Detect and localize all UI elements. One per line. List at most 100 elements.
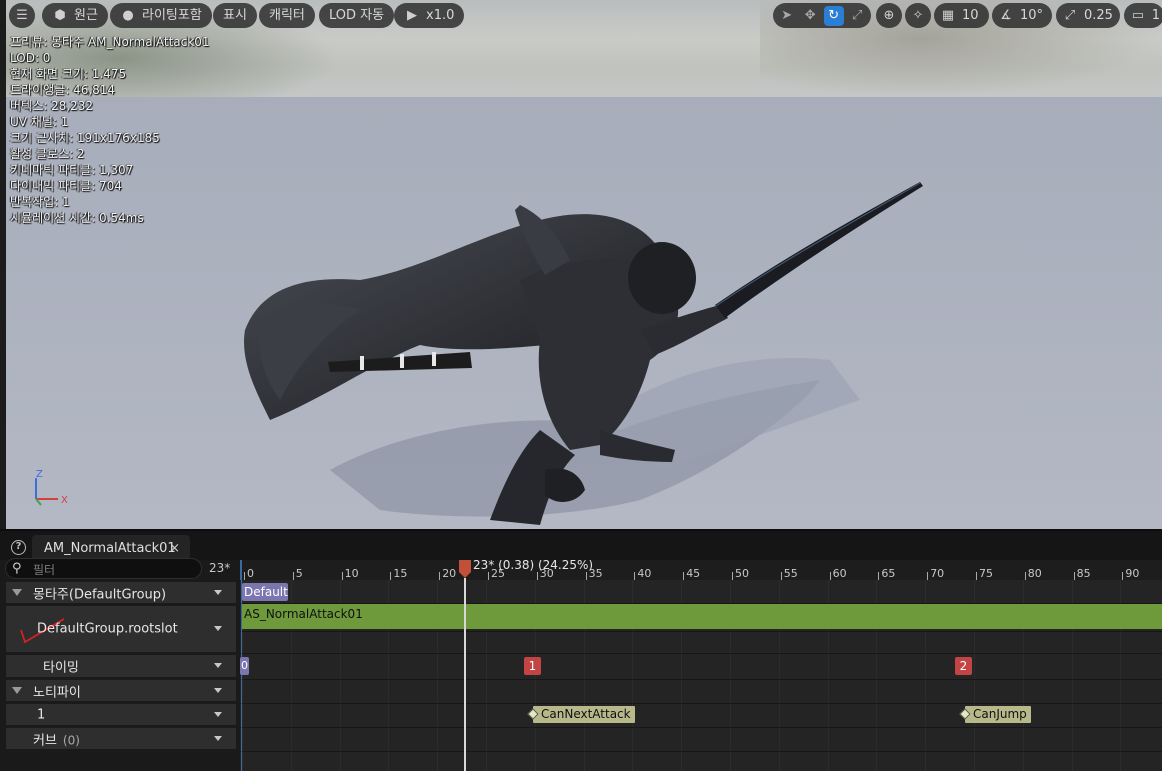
rotation-snap-button[interactable]: ∡ 10° [992,3,1052,28]
scale-mode-icon[interactable]: ⤢ [848,6,868,26]
ruler-tick [390,572,392,580]
dropdown-arrow-icon[interactable] [214,663,222,668]
track-montage-group[interactable]: 몽타주(DefaultGroup) [6,582,236,603]
notify-can-next-attack[interactable]: CanNextAttack [527,706,635,723]
playhead-line[interactable] [464,578,466,771]
timing-label: 타이밍 [43,660,79,676]
filter-input[interactable]: ⚲ 필터 [5,558,202,579]
ruler-tick-label: 90 [1125,567,1140,580]
axis-x-label: X [61,495,68,506]
notify-label: CanNextAttack [541,707,631,721]
surface-snap-button[interactable]: ✧ [905,3,931,28]
notify-track-label: 1 [37,707,46,722]
timing-mark-2[interactable]: 2 [955,657,972,675]
lighting-label: 라이팅포함 [142,8,202,23]
ruler-tick [536,572,538,580]
stat-line: 프리뷰: 몽타주 AM_NormalAttack01 [10,35,210,49]
hamburger-menu-icon: ☰ [16,7,28,23]
montage-group-label: 몽타주(DefaultGroup) [33,587,167,602]
track-curves[interactable]: 커브 (0) [6,728,236,749]
timing-mark-0[interactable]: 0 [240,657,249,675]
grid-snap-button[interactable]: ▦ 10 [934,3,989,28]
play-icon: ▶ [407,7,417,23]
filter-placeholder: 필터 [33,563,56,577]
ruler-tick [1073,572,1075,580]
track-notifies[interactable]: 노티파이 [6,680,236,701]
filter-row: ⚲ 필터 23* [5,558,235,579]
ruler-tick [829,572,831,580]
ruler-tick [732,572,733,580]
axis-z-label: Z [36,470,43,480]
rotate-mode-icon[interactable]: ↻ [824,5,844,26]
anim-segment[interactable]: AS_NormalAttack01 [242,604,1162,629]
play-speed-button[interactable]: ▶ x1.0 [394,3,465,28]
notify-diamond-icon [959,708,971,720]
ruler-tick-label: 45 [686,567,701,580]
stat-line: 시뮬레이션 시간: 0.54ms [10,211,144,225]
notify-diamond-icon [527,708,539,720]
stat-line: LOD: 0 [10,51,51,65]
stat-line: 다이내믹 파티클: 704 [10,179,122,193]
dropdown-arrow-icon[interactable] [214,711,222,717]
stat-line: 트라이앵글: 46,814 [10,83,116,97]
ruler-tick-label: 0 [247,567,254,580]
collapse-caret-icon[interactable] [12,686,22,694]
ruler-tick [488,572,489,580]
search-icon: ⚲ [12,561,22,576]
ruler-tick [927,572,929,580]
ruler-tick [780,572,782,580]
montage-section-default[interactable]: Default [242,583,288,601]
viewport-menu-button[interactable]: ☰ [9,3,35,28]
dropdown-arrow-icon[interactable] [214,589,222,595]
coordinate-space-button[interactable]: ⊕ [876,3,902,28]
lighting-button[interactable]: ● 라이팅포함 [110,3,212,28]
ruler-tick-label: 65 [881,567,896,580]
grid-snap-icon: ▦ [941,7,955,23]
panel-tab-bar: ? AM_NormalAttack01 × [0,529,1162,562]
axis-gizmo: Z X [35,470,68,506]
time-ruler[interactable]: 0 5 10 15 20 25 30 35 40 45 50 55 60 65 70 75 80 85 90 [240,560,1162,580]
viewport-left-edge [0,0,6,529]
stat-line: 현재 화면 크기: 1.475 [10,67,127,81]
notify-can-jump[interactable]: CanJump [959,706,1031,723]
preview-viewport[interactable]: ☰ ⬢ 원근 ● 라이팅포함 표시 캐릭터 LOD 자동 ▶ x1.0 ➤ ✥ … [0,0,1162,529]
show-button[interactable]: 표시 [213,3,257,28]
character-button[interactable]: 캐릭터 [259,3,315,28]
ruler-tick [341,572,343,580]
transform-mode-group: ➤ ✥ ↻ ⤢ [773,3,871,28]
ruler-tick-label: 55 [783,567,798,580]
viewport-stats-overlay: 프리뷰: 몽타주 AM_NormalAttack01 LOD: 0 현재 화면 … [10,34,209,226]
translate-mode-icon[interactable]: ✥ [801,6,821,26]
dropdown-arrow-icon[interactable] [214,687,222,693]
world-space-icon: ⊕ [883,7,895,23]
rotation-snap-value: 10° [1020,8,1044,23]
dropdown-arrow-icon[interactable] [214,626,222,631]
ruler-tick [1024,572,1026,580]
camera-speed-button[interactable]: ▭ 1 [1124,3,1162,28]
collapse-caret-icon[interactable] [12,588,22,596]
track-timing[interactable]: 타이밍 [6,655,236,677]
stat-line: 버텍스: 28,232 [10,99,93,113]
stat-line: 크기 근사치: 191x176x185 [10,131,160,145]
select-mode-icon[interactable]: ➤ [777,6,797,26]
perspective-button[interactable]: ⬢ 원근 [42,3,108,28]
dropdown-arrow-icon[interactable] [214,735,222,741]
montage-editor-panel: ? AM_NormalAttack01 × ⚲ 필터 23* 몽타주(Defau… [0,529,1162,771]
track-slot[interactable]: DefaultGroup.rootslot [6,606,236,652]
playhead-handle[interactable] [459,560,471,578]
ruler-tick-label: 5 [295,567,303,580]
ruler-tick-label: 10 [344,567,359,580]
scale-snap-button[interactable]: ⤢ 0.25 [1056,3,1120,28]
stat-line: 활성 클로스: 2 [10,147,85,161]
timing-mark-1[interactable]: 1 [524,657,541,675]
ruler-tick-label: 60 [832,567,847,580]
ruler-tick [292,572,294,580]
lod-button[interactable]: LOD 자동 [319,3,395,28]
track-notify-1[interactable]: 1 [6,704,236,725]
curves-count: (0) [62,733,80,747]
scale-snap-icon: ⤢ [1064,7,1076,23]
help-icon[interactable]: ? [11,540,26,555]
timeline-area[interactable]: 0 5 10 15 20 25 30 35 40 45 50 55 60 65 70 75 80 85 90 Def… [240,560,1162,771]
ruler-tick-label: 20 [442,567,457,580]
ruler-tick [1122,572,1124,580]
